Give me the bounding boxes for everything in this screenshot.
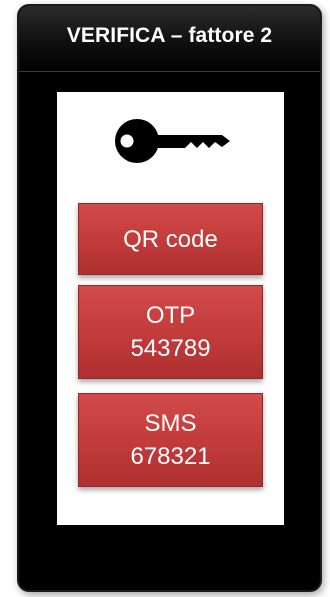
otp-button[interactable]: OTP 543789 (78, 285, 263, 379)
page-title: VERIFICA – fattore 2 (66, 24, 273, 47)
otp-label: OTP (145, 302, 196, 329)
verification-panel: QR code OTP 543789 SMS 678321 (57, 92, 284, 525)
key-icon (115, 119, 230, 163)
otp-code: 543789 (130, 335, 211, 362)
phone-frame: VERIFICA – fattore 2 QR code OTP 543789 … (17, 4, 322, 592)
header-bar: VERIFICA – fattore 2 (19, 6, 320, 72)
sms-label: SMS (144, 410, 197, 437)
qr-code-label: QR code (123, 226, 218, 253)
sms-code: 678321 (130, 443, 211, 470)
sms-button[interactable]: SMS 678321 (78, 393, 263, 487)
qr-code-button[interactable]: QR code (78, 203, 263, 275)
